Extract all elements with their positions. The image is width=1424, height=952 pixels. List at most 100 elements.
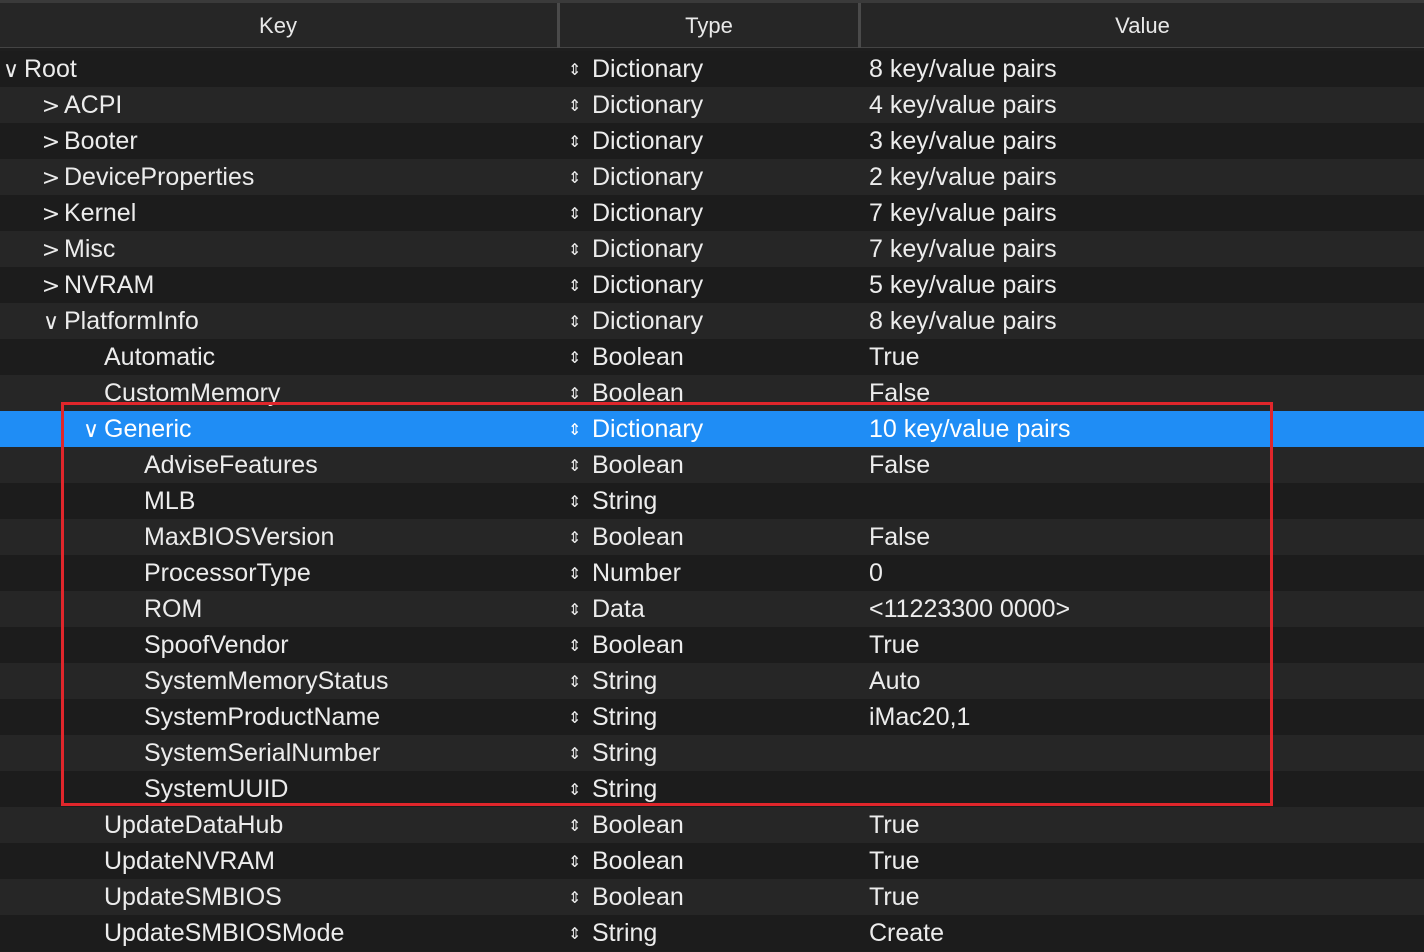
outline-row[interactable]: > ACPI ⇕ Dictionary 4 key/value pairs <box>0 87 1424 123</box>
value-cell[interactable]: True <box>869 807 1424 843</box>
outline-row[interactable]: MLB ⇕ String <box>0 483 1424 519</box>
value-cell[interactable] <box>869 483 1424 519</box>
key-cell[interactable]: SystemSerialNumber <box>0 735 556 771</box>
key-cell[interactable]: > NVRAM <box>0 267 556 303</box>
value-cell[interactable]: 8 key/value pairs <box>869 51 1424 87</box>
value-cell[interactable]: True <box>869 843 1424 879</box>
key-cell[interactable]: SystemMemoryStatus <box>0 663 556 699</box>
outline-row[interactable]: CustomMemory ⇕ Boolean False <box>0 375 1424 411</box>
outline-row[interactable]: SystemProductName ⇕ String iMac20,1 <box>0 699 1424 735</box>
value-cell[interactable]: 2 key/value pairs <box>869 159 1424 195</box>
outline-row[interactable]: ∨ Generic ⇕ Dictionary 10 key/value pairs <box>0 411 1424 447</box>
up-down-arrow-icon[interactable]: ⇕ <box>568 268 584 304</box>
outline-row[interactable]: ∨ Root ⇕ Dictionary 8 key/value pairs <box>0 51 1424 87</box>
type-cell[interactable]: ⇕ String <box>568 663 858 699</box>
up-down-arrow-icon[interactable]: ⇕ <box>568 556 584 592</box>
value-cell[interactable] <box>869 735 1424 771</box>
value-cell[interactable]: <11223300 0000> <box>869 591 1424 627</box>
outline-row[interactable]: ProcessorType ⇕ Number 0 <box>0 555 1424 591</box>
type-cell[interactable]: ⇕ Dictionary <box>568 87 858 123</box>
key-cell[interactable]: ∨ PlatformInfo <box>0 303 556 339</box>
outline-row[interactable]: > Misc ⇕ Dictionary 7 key/value pairs <box>0 231 1424 267</box>
column-header-key[interactable]: Key <box>0 3 556 48</box>
key-cell[interactable]: > Kernel <box>0 195 556 231</box>
outline-row[interactable]: > NVRAM ⇕ Dictionary 5 key/value pairs <box>0 267 1424 303</box>
value-cell[interactable]: False <box>869 519 1424 555</box>
type-cell[interactable]: ⇕ Boolean <box>568 879 858 915</box>
value-cell[interactable]: 8 key/value pairs <box>869 303 1424 339</box>
value-cell[interactable] <box>869 771 1424 807</box>
outline-row[interactable]: UpdateSMBIOS ⇕ Boolean True <box>0 879 1424 915</box>
type-cell[interactable]: ⇕ Boolean <box>568 843 858 879</box>
key-cell[interactable]: > ACPI <box>0 87 556 123</box>
outline-row[interactable]: UpdateDataHub ⇕ Boolean True <box>0 807 1424 843</box>
chevron-right-icon[interactable]: > <box>40 89 62 125</box>
outline-row[interactable]: Automatic ⇕ Boolean True <box>0 339 1424 375</box>
up-down-arrow-icon[interactable]: ⇕ <box>568 664 584 700</box>
up-down-arrow-icon[interactable]: ⇕ <box>568 880 584 916</box>
key-cell[interactable]: > Booter <box>0 123 556 159</box>
value-cell[interactable]: 0 <box>869 555 1424 591</box>
key-cell[interactable]: ProcessorType <box>0 555 556 591</box>
up-down-arrow-icon[interactable]: ⇕ <box>568 736 584 772</box>
up-down-arrow-icon[interactable]: ⇕ <box>568 160 584 196</box>
column-header-value[interactable]: Value <box>861 3 1424 48</box>
up-down-arrow-icon[interactable]: ⇕ <box>568 484 584 520</box>
type-cell[interactable]: ⇕ Dictionary <box>568 159 858 195</box>
type-cell[interactable]: ⇕ String <box>568 915 858 951</box>
chevron-right-icon[interactable]: > <box>40 269 62 305</box>
value-cell[interactable]: False <box>869 375 1424 411</box>
type-cell[interactable]: ⇕ Boolean <box>568 807 858 843</box>
outline-row[interactable]: SystemMemoryStatus ⇕ String Auto <box>0 663 1424 699</box>
outline-row[interactable]: MaxBIOSVersion ⇕ Boolean False <box>0 519 1424 555</box>
key-cell[interactable]: UpdateDataHub <box>0 807 556 843</box>
value-cell[interactable]: True <box>869 879 1424 915</box>
key-cell[interactable]: UpdateSMBIOS <box>0 879 556 915</box>
outline-row[interactable]: SystemSerialNumber ⇕ String <box>0 735 1424 771</box>
up-down-arrow-icon[interactable]: ⇕ <box>568 448 584 484</box>
type-cell[interactable]: ⇕ Number <box>568 555 858 591</box>
value-cell[interactable]: iMac20,1 <box>869 699 1424 735</box>
up-down-arrow-icon[interactable]: ⇕ <box>568 628 584 664</box>
outline-row[interactable]: > Booter ⇕ Dictionary 3 key/value pairs <box>0 123 1424 159</box>
outline-row[interactable]: > Kernel ⇕ Dictionary 7 key/value pairs <box>0 195 1424 231</box>
up-down-arrow-icon[interactable]: ⇕ <box>568 916 584 952</box>
chevron-right-icon[interactable]: > <box>40 233 62 269</box>
key-cell[interactable]: UpdateSMBIOSMode <box>0 915 556 951</box>
type-cell[interactable]: ⇕ Boolean <box>568 627 858 663</box>
key-cell[interactable]: SystemUUID <box>0 771 556 807</box>
up-down-arrow-icon[interactable]: ⇕ <box>568 700 584 736</box>
value-cell[interactable]: True <box>869 627 1424 663</box>
up-down-arrow-icon[interactable]: ⇕ <box>568 304 584 340</box>
key-cell[interactable]: CustomMemory <box>0 375 556 411</box>
value-cell[interactable]: True <box>869 339 1424 375</box>
value-cell[interactable]: 5 key/value pairs <box>869 267 1424 303</box>
type-cell[interactable]: ⇕ String <box>568 483 858 519</box>
type-cell[interactable]: ⇕ Boolean <box>568 447 858 483</box>
type-cell[interactable]: ⇕ Dictionary <box>568 195 858 231</box>
outline-row[interactable]: > DeviceProperties ⇕ Dictionary 2 key/value … <box>0 159 1424 195</box>
key-cell[interactable]: Automatic <box>0 339 556 375</box>
value-cell[interactable]: Auto <box>869 663 1424 699</box>
outline-row[interactable]: SpoofVendor ⇕ Boolean True <box>0 627 1424 663</box>
chevron-down-icon[interactable]: ∨ <box>0 53 22 89</box>
value-cell[interactable]: 7 key/value pairs <box>869 231 1424 267</box>
type-cell[interactable]: ⇕ Dictionary <box>568 231 858 267</box>
chevron-down-icon[interactable]: ∨ <box>40 305 62 341</box>
up-down-arrow-icon[interactable]: ⇕ <box>568 124 584 160</box>
type-cell[interactable]: ⇕ Boolean <box>568 519 858 555</box>
up-down-arrow-icon[interactable]: ⇕ <box>568 232 584 268</box>
type-cell[interactable]: ⇕ Dictionary <box>568 411 858 447</box>
type-cell[interactable]: ⇕ Dictionary <box>568 267 858 303</box>
up-down-arrow-icon[interactable]: ⇕ <box>568 844 584 880</box>
up-down-arrow-icon[interactable]: ⇕ <box>568 52 584 88</box>
outline-row[interactable]: SystemUUID ⇕ String <box>0 771 1424 807</box>
type-cell[interactable]: ⇕ Data <box>568 591 858 627</box>
value-cell[interactable]: False <box>869 447 1424 483</box>
type-cell[interactable]: ⇕ Dictionary <box>568 51 858 87</box>
key-cell[interactable]: > Misc <box>0 231 556 267</box>
value-cell[interactable]: 3 key/value pairs <box>869 123 1424 159</box>
chevron-right-icon[interactable]: > <box>40 197 62 233</box>
key-cell[interactable]: > DeviceProperties <box>0 159 556 195</box>
key-cell[interactable]: ∨ Generic <box>0 411 556 447</box>
